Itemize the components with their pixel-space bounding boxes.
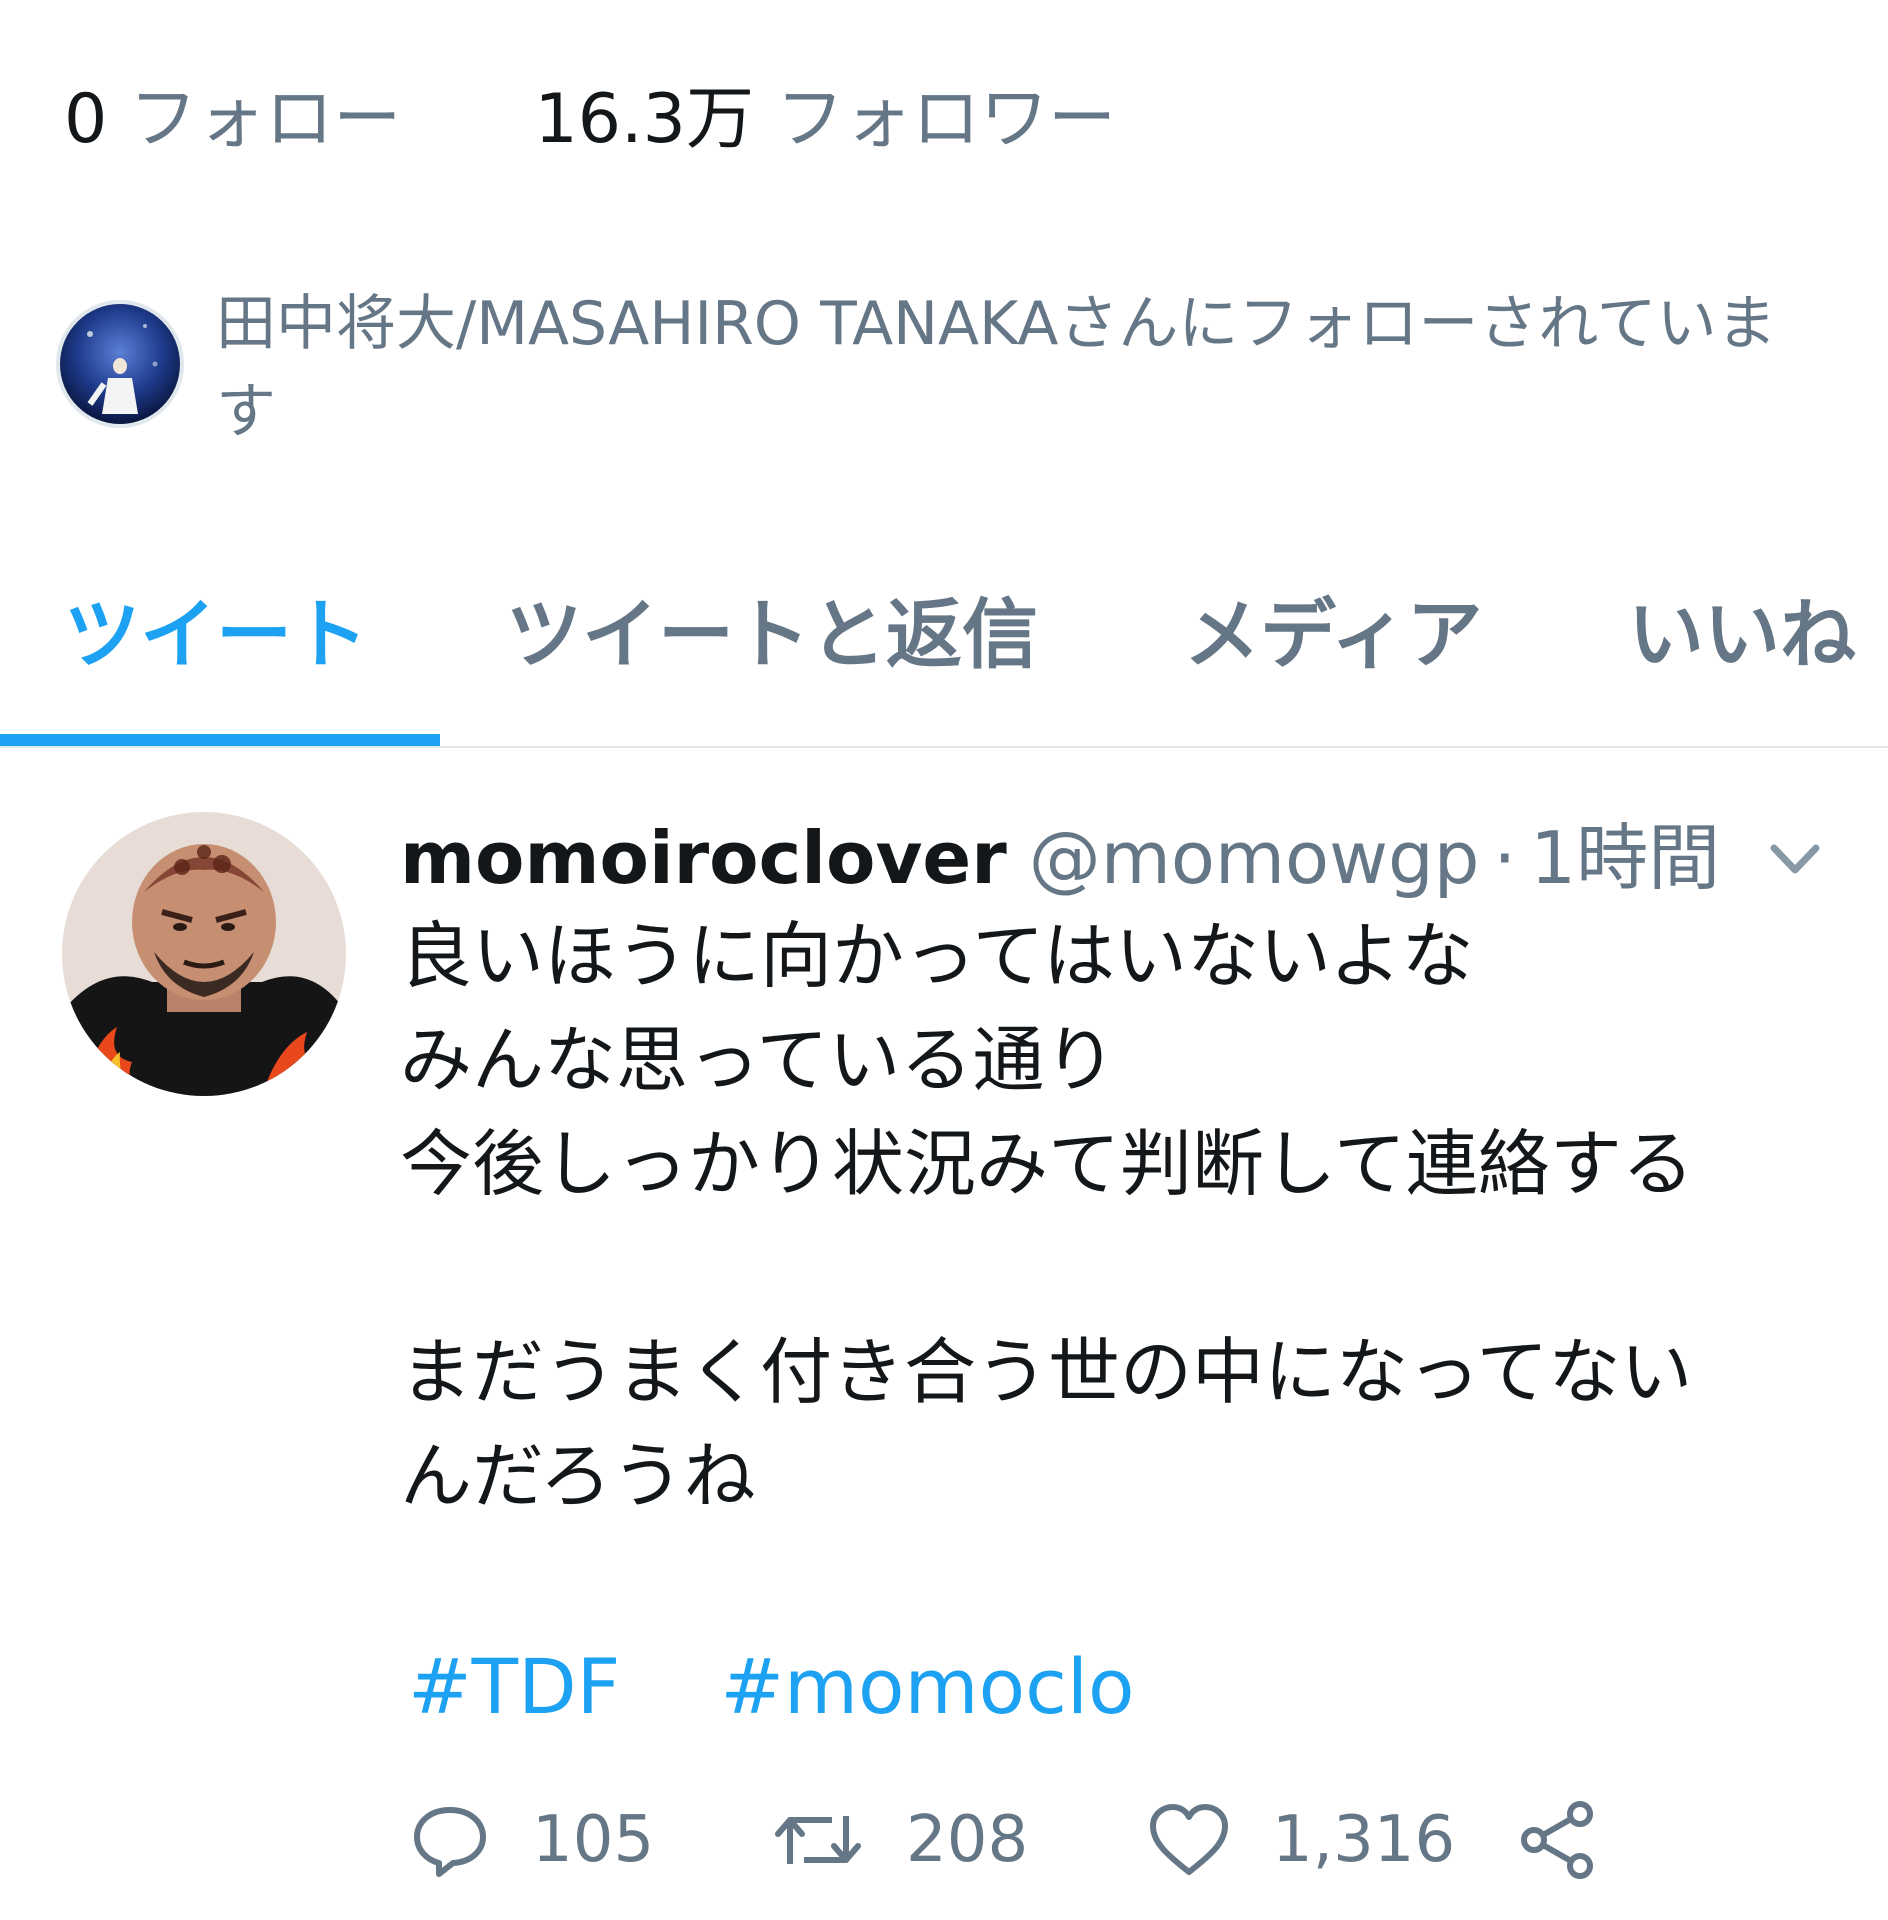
retweet-icon xyxy=(775,1816,861,1864)
tweet-text-line: 今後しっかり状況みて判断して連絡する xyxy=(400,1122,1694,1206)
tweet-text-line: まだうまく付き合う世の中になってない xyxy=(400,1330,1693,1414)
retweet-button[interactable]: 208 xyxy=(770,1790,1028,1890)
tab-media[interactable]: メディア xyxy=(1184,580,1483,690)
followers-count: 16.3万 xyxy=(534,80,754,159)
tweet-hashtags: #TDF #momoclo xyxy=(408,1632,1134,1742)
tweet-author-avatar[interactable] xyxy=(62,812,346,1096)
following-count: 0 xyxy=(64,80,108,159)
tweet-menu-button[interactable] xyxy=(1760,824,1830,894)
header-separator: · xyxy=(1493,816,1517,900)
chevron-down-icon xyxy=(1770,844,1820,874)
tweet-text: 良いほうに向かってはいないよな みんな思っている通り 今後しっかり状況みて判断し… xyxy=(400,904,1840,1528)
profile-tabs: ツイート ツイートと返信 メディア いいね xyxy=(0,560,1888,746)
follower-avatar-image xyxy=(60,304,180,424)
share-icon xyxy=(1521,1801,1593,1879)
author-display-name[interactable]: momoiroclover xyxy=(400,816,1007,900)
reply-count: 105 xyxy=(532,1803,655,1877)
heart-icon xyxy=(1150,1804,1228,1875)
reply-button[interactable]: 105 xyxy=(408,1790,654,1890)
share-button[interactable] xyxy=(1516,1790,1600,1890)
tweet-header: momoiroclover @momowgp · 1時間 xyxy=(400,808,1720,908)
follower-avatar[interactable] xyxy=(56,300,184,428)
followers-label: フォロワー xyxy=(775,80,1116,159)
hashtag-link[interactable]: #momoclo xyxy=(720,1642,1134,1731)
tweet-text-line: みんな思っている通り xyxy=(400,1018,1117,1102)
follow-stats: 0 フォロー 16.3万 フォロワー xyxy=(64,72,1116,168)
tweet-actions: 105 208 1,316 xyxy=(0,1790,1888,1890)
followers-link[interactable]: 16.3万 フォロワー xyxy=(535,80,1116,159)
tab-tweets-and-replies[interactable]: ツイートと返信 xyxy=(506,580,1038,690)
author-handle[interactable]: @momowgp xyxy=(1029,816,1480,900)
following-label: フォロー xyxy=(129,80,402,159)
like-button[interactable]: 1,316 xyxy=(1146,1790,1455,1890)
followed-by-text: 田中将大/MASAHIRO TANAKAさんにフォローされています xyxy=(216,289,1777,447)
following-link[interactable]: 0 フォロー xyxy=(64,80,423,159)
author-avatar-image xyxy=(62,812,346,1096)
tabs-divider xyxy=(0,746,1888,748)
tab-likes[interactable]: いいね xyxy=(1628,580,1856,690)
retweet-count: 208 xyxy=(906,1803,1029,1877)
tweet-text-line: んだろうね xyxy=(400,1434,756,1518)
like-count: 1,316 xyxy=(1272,1803,1456,1877)
tweet-timestamp[interactable]: 1時間 xyxy=(1530,816,1720,900)
tab-tweets[interactable]: ツイート xyxy=(64,580,368,690)
reply-icon xyxy=(414,1807,486,1877)
hashtag-link[interactable]: #TDF xyxy=(408,1642,620,1731)
tweet-text-line: 良いほうに向かってはいないよな xyxy=(400,914,1474,998)
